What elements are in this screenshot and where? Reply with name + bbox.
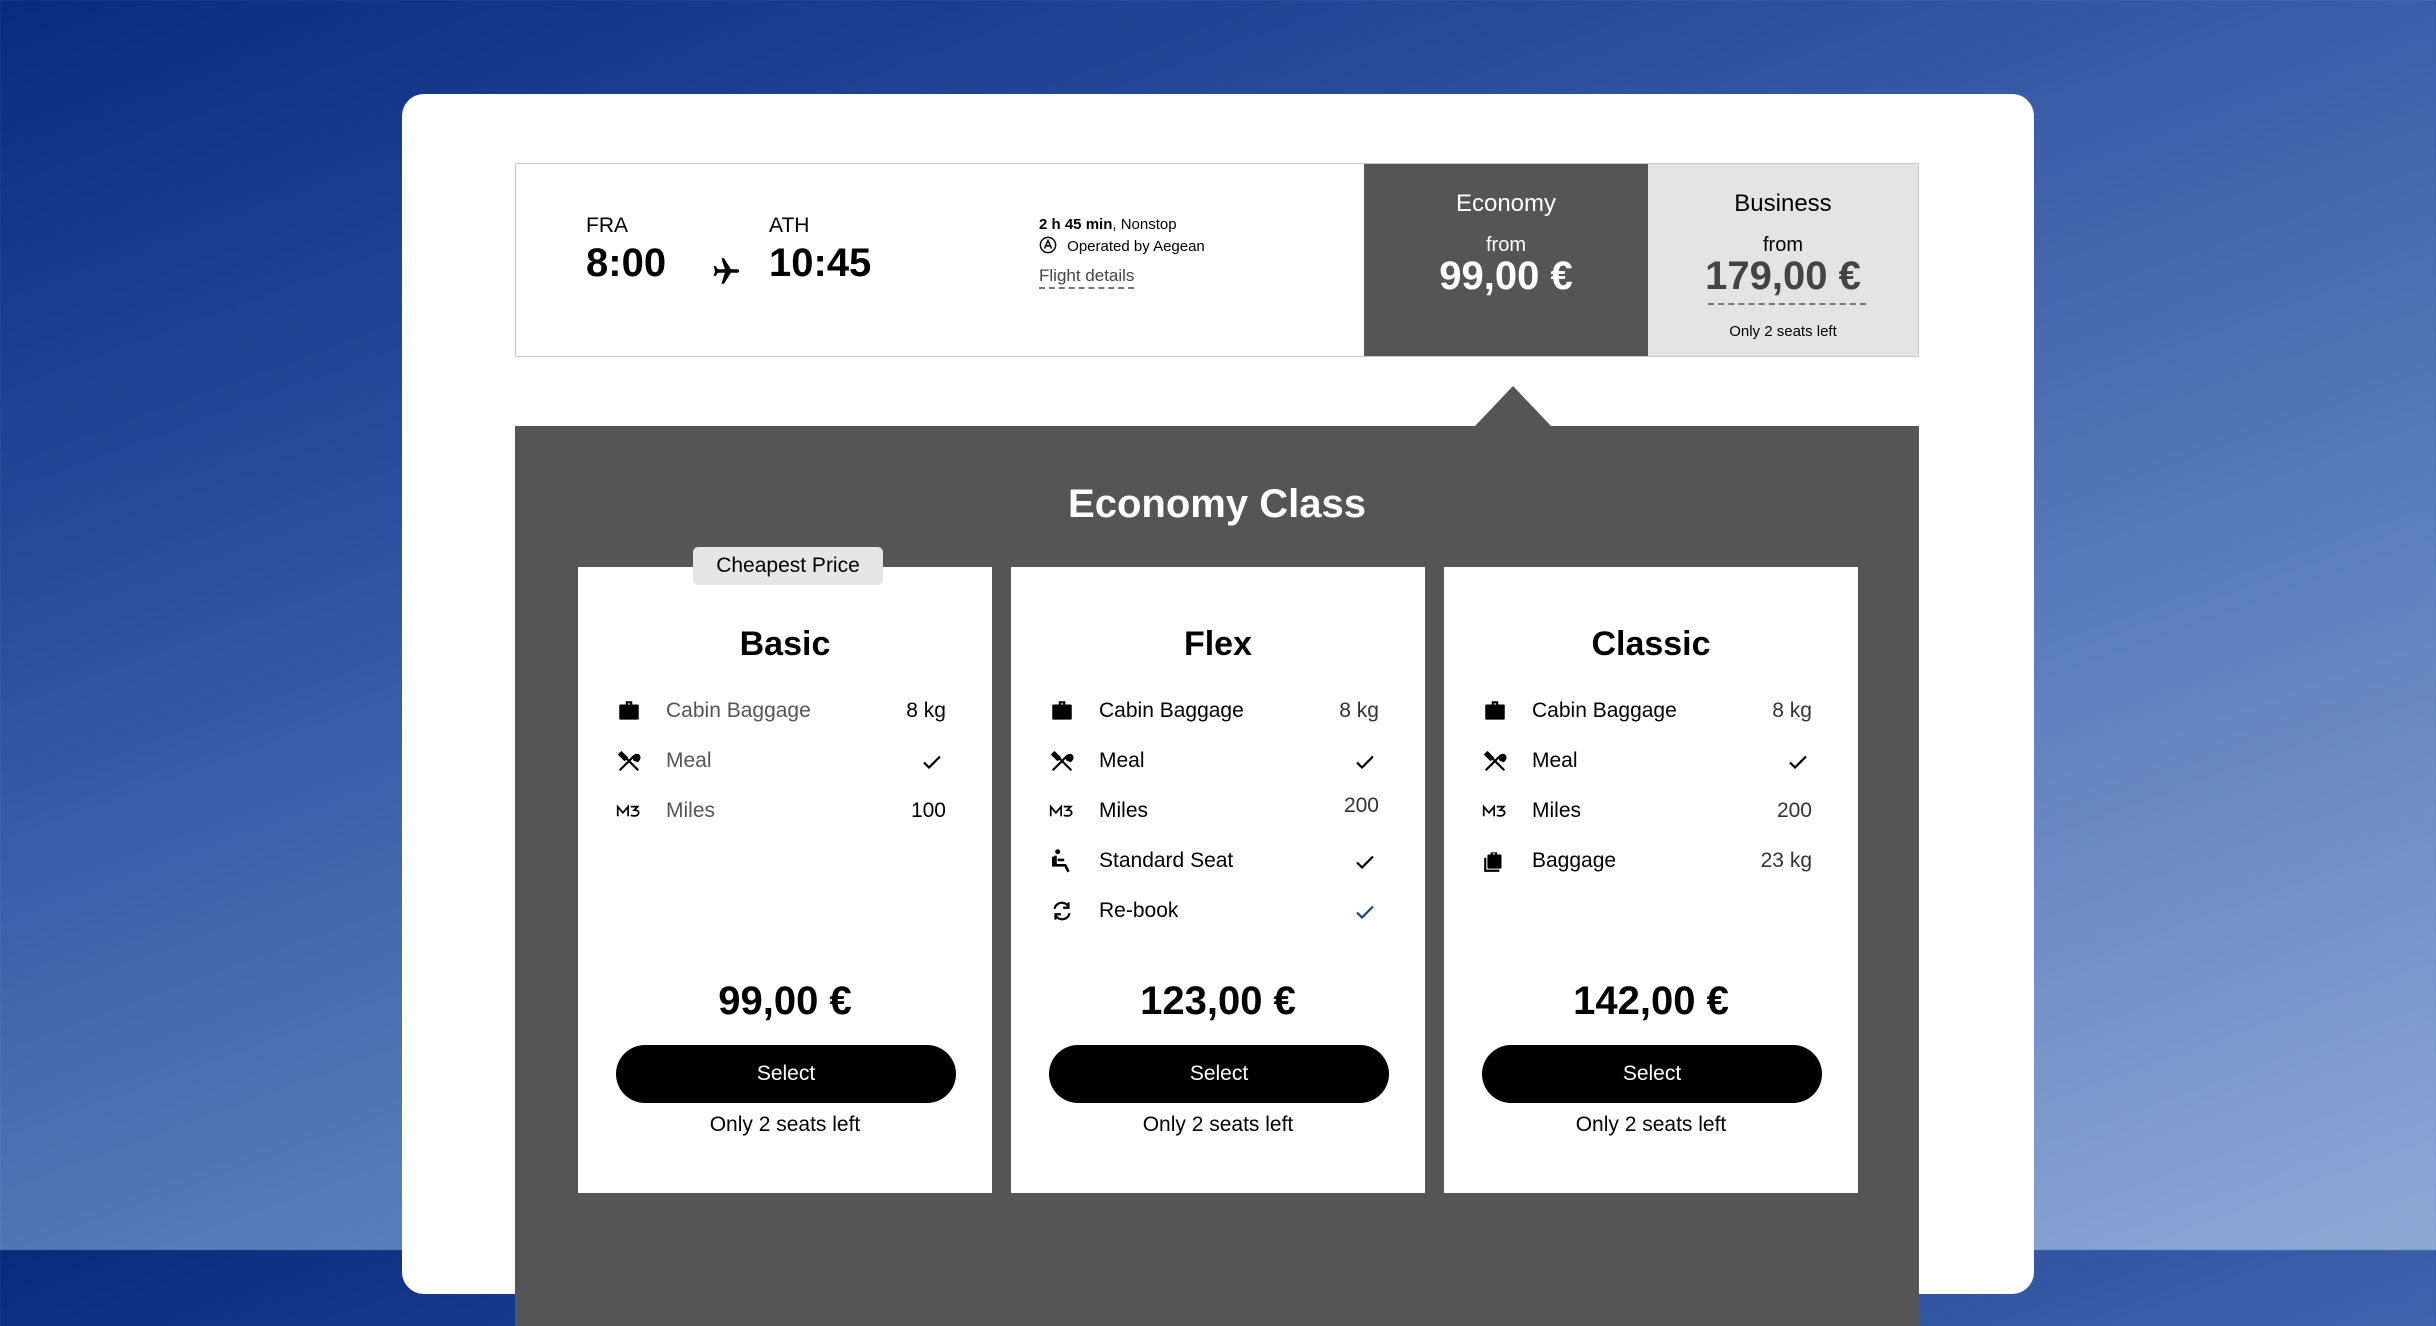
business-fare-tab[interactable]: Business from 179,00 € Only 2 seats left (1648, 164, 1918, 356)
miles-icon (1482, 804, 1506, 817)
feature-rebook: Re-book (1049, 896, 1379, 926)
seats-left: Only 2 seats left (1575, 1113, 1727, 1136)
card-price: 142,00 € (1573, 979, 1729, 1023)
duration: 2 h 45 min (1039, 216, 1113, 233)
fare-panel: FRA 8:00 ATH 10:45 2 h 45 min, Nonstop O… (402, 94, 2034, 1326)
feature-miles: Miles 100 (616, 796, 946, 826)
feature-miles: Miles 200 (1049, 794, 1379, 826)
card-price: 123,00 € (1140, 979, 1296, 1023)
business-seats-left: Only 2 seats left (1729, 323, 1837, 340)
duration-info: 2 h 45 min, Nonstop (1039, 216, 1177, 233)
card-price: 99,00 € (718, 979, 852, 1023)
feature-miles: Miles 200 (1482, 796, 1812, 826)
rebook-icon (1053, 901, 1071, 921)
feature-standard-seat: Standard Seat (1049, 846, 1379, 876)
business-title: Business (1734, 190, 1832, 217)
plane-icon (713, 258, 740, 284)
feature-meal: Meal (1049, 746, 1379, 776)
miles-icon (616, 804, 640, 817)
cheapest-price-badge: Cheapest Price (693, 547, 883, 585)
suitcase-icon (1052, 701, 1072, 720)
feature-cabin-baggage: Cabin Baggage 8 kg (1049, 696, 1379, 726)
destination-code: ATH (769, 214, 810, 237)
feature-meal: Meal (1482, 746, 1812, 776)
card-title: Basic (739, 625, 831, 663)
fare-card-classic: Classic Cabin Baggage 8 kg Meal Miles 20… (1444, 567, 1858, 1193)
section-title: Economy Class (1068, 482, 1366, 526)
select-basic-button[interactable]: Select (616, 1045, 956, 1103)
baggage-icon (1484, 852, 1502, 872)
flight-details-wrap: Flight details (1039, 266, 1135, 289)
operated-by: Operated by Aegean (1067, 238, 1205, 255)
economy-title: Economy (1455, 190, 1557, 217)
economy-fare-tab[interactable]: Economy from 99,00 € (1364, 164, 1648, 356)
card-title: Classic (1591, 625, 1711, 663)
economy-price: 99,00 € (1439, 254, 1573, 298)
aegean-logo-icon (1039, 236, 1057, 254)
selected-tab-pointer (1475, 386, 1551, 426)
check-icon (1356, 855, 1374, 870)
departure-time: 8:00 (586, 241, 667, 285)
seats-left: Only 2 seats left (1142, 1113, 1294, 1136)
check-icon (1356, 755, 1374, 770)
feature-meal: Meal (616, 746, 946, 776)
fare-card-basic: Cheapest Price Basic Cabin Baggage 8 kg … (578, 547, 992, 1193)
feature-cabin-baggage: Cabin Baggage 8 kg (1482, 696, 1812, 726)
miles-icon (1049, 804, 1073, 817)
flight-details-link[interactable]: Flight details (1039, 266, 1135, 289)
business-price-underline (1708, 303, 1866, 305)
feature-baggage: Baggage 23 kg (1482, 846, 1812, 876)
check-icon (923, 755, 941, 770)
cutlery-icon (618, 751, 641, 771)
business-price: 179,00 € (1705, 254, 1861, 298)
fare-card-flex: Flex Cabin Baggage 8 kg Meal Miles 200 S… (1011, 567, 1425, 1193)
arrival-time: 10:45 (769, 241, 872, 285)
seat-icon (1052, 849, 1070, 873)
feature-cabin-baggage: Cabin Baggage 8 kg (616, 696, 946, 726)
select-flex-button[interactable]: Select (1049, 1045, 1389, 1103)
cutlery-icon (1484, 751, 1507, 771)
suitcase-icon (619, 701, 639, 720)
origin-code: FRA (586, 214, 628, 237)
flight-summary-bar: FRA 8:00 ATH 10:45 2 h 45 min, Nonstop O… (515, 163, 1919, 357)
cutlery-icon (1051, 751, 1074, 771)
economy-class-section: Economy Class Cheapest Price Basic Cabin… (515, 426, 1919, 1326)
operator-info: Operated by Aegean (1039, 236, 1205, 255)
card-title: Flex (1183, 625, 1253, 663)
seats-left: Only 2 seats left (709, 1113, 861, 1136)
check-icon (1789, 755, 1807, 770)
suitcase-icon (1485, 701, 1505, 720)
check-icon (1356, 905, 1374, 920)
stops: , Nonstop (1112, 216, 1177, 233)
select-classic-button[interactable]: Select (1482, 1045, 1822, 1103)
